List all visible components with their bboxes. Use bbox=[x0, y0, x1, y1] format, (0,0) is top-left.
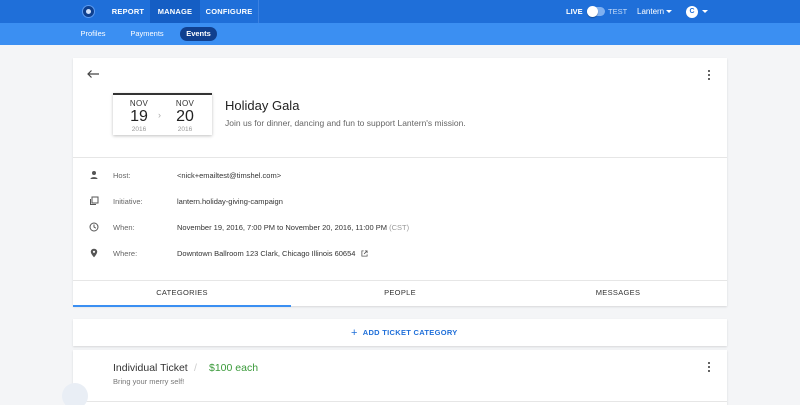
lantern-logo-icon[interactable] bbox=[82, 5, 95, 18]
where-address[interactable]: Downtown Ballroom 123 Clark, Chicago Ill… bbox=[177, 249, 355, 258]
add-ticket-category-bar: + ADD TICKET CATEGORY bbox=[73, 319, 727, 346]
event-tabs: CATEGORIES PEOPLE MESSAGES bbox=[73, 280, 727, 307]
add-ticket-category-button[interactable]: + ADD TICKET CATEGORY bbox=[351, 327, 458, 339]
end-date: NOV 20 2016 bbox=[167, 99, 203, 133]
more-options-icon[interactable] bbox=[707, 362, 711, 374]
floating-circle[interactable] bbox=[62, 383, 88, 405]
when-datetime: November 19, 2016, 7:00 PM to November 2… bbox=[177, 223, 387, 232]
nav-report[interactable]: REPORT bbox=[106, 0, 150, 23]
start-month: NOV bbox=[129, 99, 149, 108]
org-switcher[interactable]: Lantern bbox=[637, 7, 664, 16]
ticket-price: $100 each bbox=[209, 362, 259, 374]
live-test-toggle[interactable] bbox=[587, 6, 605, 17]
person-icon bbox=[90, 171, 98, 179]
initiative-label: Initiative: bbox=[113, 197, 143, 206]
tab-people[interactable]: PEOPLE bbox=[291, 281, 509, 307]
more-options-icon[interactable] bbox=[707, 70, 711, 82]
where-value[interactable]: Downtown Ballroom 123 Clark, Chicago Ill… bbox=[177, 249, 368, 258]
chevron-down-icon[interactable] bbox=[702, 10, 708, 13]
ticket-name: Individual Ticket bbox=[113, 362, 188, 374]
host-value: <nick+emailtest@timshel.com> bbox=[177, 171, 282, 180]
detail-row-initiative: Initiative: lantern.holiday-giving-campa… bbox=[73, 195, 727, 209]
event-title: Holiday Gala bbox=[225, 98, 300, 113]
nav-configure[interactable]: CONFIGURE bbox=[200, 0, 258, 23]
back-arrow-icon[interactable] bbox=[86, 69, 100, 79]
nav-manage[interactable]: MANAGE bbox=[150, 0, 200, 23]
when-value: November 19, 2016, 7:00 PM to November 2… bbox=[177, 223, 409, 232]
add-ticket-category-label: ADD TICKET CATEGORY bbox=[362, 328, 458, 337]
test-label: TEST bbox=[608, 7, 628, 16]
when-label: When: bbox=[113, 223, 135, 232]
tab-categories[interactable]: CATEGORIES bbox=[73, 281, 291, 307]
nav-divider bbox=[258, 0, 259, 23]
tab-messages[interactable]: MESSAGES bbox=[509, 281, 727, 307]
subtab-profiles[interactable]: Profiles bbox=[74, 27, 112, 41]
live-label: LIVE bbox=[566, 7, 583, 16]
end-month: NOV bbox=[175, 99, 195, 108]
subtab-payments[interactable]: Payments bbox=[124, 27, 170, 41]
sub-navigation-bar: Profiles Payments Events bbox=[0, 23, 800, 45]
plus-icon: + bbox=[351, 327, 358, 339]
library-icon bbox=[90, 196, 99, 205]
external-link-icon[interactable] bbox=[361, 250, 368, 257]
detail-row-when: When: November 19, 2016, 7:00 PM to Nove… bbox=[73, 221, 727, 235]
avatar[interactable]: C bbox=[686, 6, 698, 18]
start-year: 2016 bbox=[131, 126, 147, 133]
end-year: 2016 bbox=[177, 126, 193, 133]
event-description: Join us for dinner, dancing and fun to s… bbox=[225, 118, 466, 128]
detail-row-host: Host: <nick+emailtest@timshel.com> bbox=[73, 169, 727, 183]
ticket-description: Bring your merry self! bbox=[113, 377, 185, 386]
host-label: Host: bbox=[113, 171, 131, 180]
event-date-range: NOV 19 2016 › NOV 20 2016 bbox=[113, 93, 212, 135]
location-pin-icon bbox=[90, 248, 98, 258]
divider bbox=[73, 157, 727, 158]
detail-row-where: Where: Downtown Ballroom 123 Clark, Chic… bbox=[73, 247, 727, 261]
start-day: 19 bbox=[130, 108, 148, 125]
ticket-separator: / bbox=[194, 362, 197, 374]
initiative-value: lantern.holiday-giving-campaign bbox=[177, 197, 283, 206]
divider bbox=[73, 401, 727, 402]
clock-icon bbox=[89, 222, 99, 232]
subtab-events[interactable]: Events bbox=[180, 27, 217, 41]
where-label: Where: bbox=[113, 249, 138, 258]
chevron-down-icon[interactable] bbox=[666, 10, 672, 13]
top-navigation-bar: REPORT MANAGE CONFIGURE LIVE TEST Lanter… bbox=[0, 0, 800, 23]
end-day: 20 bbox=[176, 108, 194, 125]
ticket-category-card: Individual Ticket / $100 each Bring your… bbox=[73, 350, 727, 405]
event-card: NOV 19 2016 › NOV 20 2016 Holiday Gala J… bbox=[73, 58, 727, 307]
chevron-right-icon: › bbox=[158, 110, 161, 120]
start-date: NOV 19 2016 bbox=[121, 99, 157, 133]
when-timezone: (CST) bbox=[389, 223, 410, 232]
